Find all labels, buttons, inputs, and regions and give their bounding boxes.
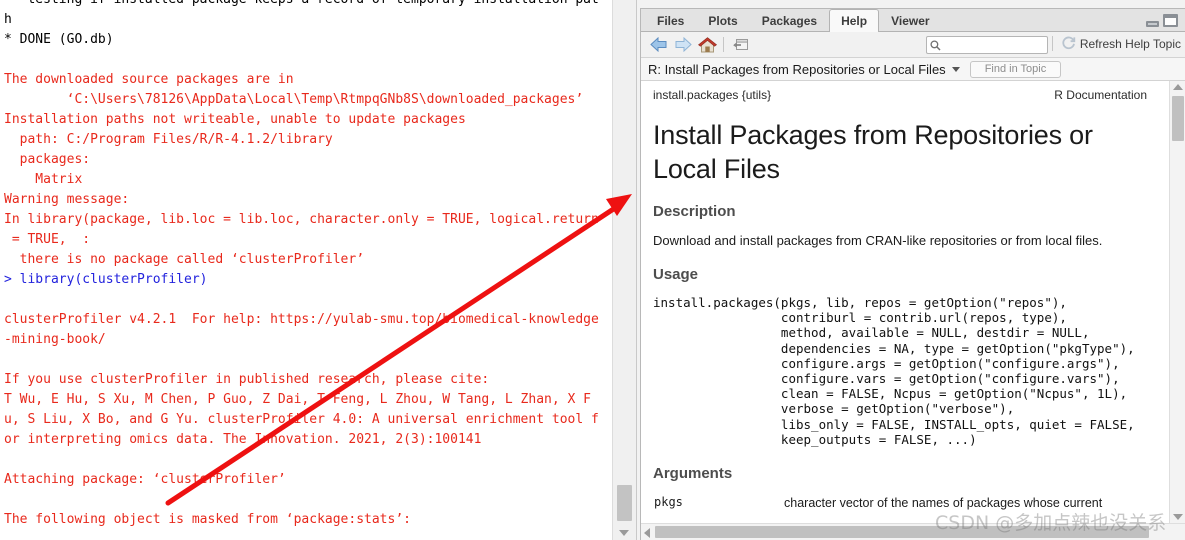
scroll-up-arrow-icon[interactable] [1173, 84, 1183, 90]
tab-label: Files [657, 13, 685, 28]
console-line: The downloaded source packages are in [4, 72, 294, 87]
minimize-icon[interactable] [1146, 21, 1159, 27]
console-line: = TRUE, : [4, 232, 91, 247]
document-vscrollbar-thumb[interactable] [1172, 96, 1184, 141]
panel-tabstrip: Files Plots Packages Help Viewer [641, 9, 1185, 32]
search-icon [930, 39, 941, 51]
help-panel: Files Plots Packages Help Viewer Refresh… [640, 8, 1185, 540]
tab-label: Viewer [891, 13, 930, 28]
tab-help[interactable]: Help [829, 9, 880, 32]
console-line: Attaching package: ‘clusterProfiler’ [4, 472, 286, 487]
document-horizontal-scrollbar[interactable] [641, 523, 1185, 540]
arguments-table: pkgs character vector of the names of pa… [653, 494, 1147, 512]
back-button[interactable] [647, 34, 671, 56]
console-line: there is no package called ‘clusterProfi… [4, 252, 365, 267]
scroll-left-arrow-icon[interactable] [644, 528, 650, 538]
rstudio-window: ** testing if installed package keeps a … [0, 0, 1185, 540]
home-icon [697, 36, 717, 52]
console-line: ‘C:\Users\78126\AppData\Local\Temp\Rtmpq… [4, 92, 584, 107]
search-input[interactable] [944, 38, 1042, 52]
back-arrow-icon [650, 37, 667, 52]
console-line: Matrix [4, 172, 83, 187]
document-header-right: R Documentation [1054, 88, 1147, 102]
argument-description: character vector of the names of package… [784, 496, 1103, 511]
console-pane[interactable]: ** testing if installed package keeps a … [0, 0, 637, 540]
show-in-new-window-icon [733, 39, 748, 50]
document-header: install.packages {utils} R Documentation [653, 88, 1147, 102]
find-in-topic-label: Find in Topic [984, 63, 1047, 75]
refresh-icon [1062, 36, 1076, 50]
tab-label: Packages [761, 13, 818, 28]
console-line: Installation paths not writeable, unable… [4, 112, 466, 127]
tab-label: Plots [708, 13, 738, 28]
scroll-down-arrow-icon[interactable] [619, 530, 629, 536]
console-line: path: C:/Program Files/R/R-4.1.2/library [4, 132, 333, 147]
tab-plots[interactable]: Plots [696, 9, 749, 31]
console-line: In library(package, lib.loc = lib.loc, c… [4, 212, 599, 227]
table-row: pkgs character vector of the names of pa… [653, 494, 1147, 512]
console-line: T Wu, E Hu, S Xu, M Chen, P Guo, Z Dai, … [4, 392, 591, 407]
search-box[interactable] [926, 36, 1048, 54]
tab-viewer[interactable]: Viewer [879, 9, 941, 31]
section-heading-usage: Usage [653, 266, 699, 284]
console-line: ** testing if installed package keeps a … [4, 0, 599, 7]
console-scrollbar-thumb[interactable] [617, 485, 632, 521]
section-heading-arguments: Arguments [653, 465, 733, 483]
document-vertical-scrollbar[interactable] [1169, 81, 1185, 523]
argument-name: pkgs [654, 495, 683, 510]
usage-code-block: install.packages(pkgs, lib, repos = getO… [653, 295, 1135, 447]
console-line: Warning message: [4, 192, 130, 207]
forward-arrow-icon [675, 37, 692, 52]
find-in-topic-button[interactable]: Find in Topic [969, 60, 1062, 78]
window-controls [1146, 14, 1178, 27]
document-hscrollbar-thumb[interactable] [655, 526, 1149, 538]
scroll-down-arrow-icon[interactable] [1173, 514, 1183, 520]
topic-row: R: Install Packages from Repositories or… [641, 58, 1185, 81]
page-title: Install Packages from Repositories or Lo… [653, 120, 1093, 184]
tab-files[interactable]: Files [645, 9, 696, 31]
chevron-down-icon[interactable] [951, 66, 960, 72]
tab-packages[interactable]: Packages [750, 9, 829, 31]
console-line: u, S Liu, X Bo, and G Yu. clusterProfile… [4, 412, 599, 427]
refresh-help-topic-label: Refresh Help Topic [1079, 36, 1181, 51]
console-line: -mining-book/ [4, 332, 106, 347]
console-line: * DONE (GO.db) [4, 32, 114, 47]
description-paragraph: Download and install packages from CRAN-… [653, 232, 1103, 248]
console-line: clusterProfiler v4.2.1 For help: https:/… [4, 312, 599, 327]
document-header-left: install.packages {utils} [653, 88, 772, 102]
home-button[interactable] [695, 34, 719, 56]
forward-button[interactable] [671, 34, 695, 56]
console-line: h [4, 12, 12, 27]
help-toolbar: Refresh Help Topic [641, 32, 1185, 58]
console-line: > library(clusterProfiler) [4, 272, 208, 287]
console-line: or interpreting omics data. The Innovati… [4, 432, 482, 447]
toolbar-separator [1051, 36, 1053, 51]
help-document-area: install.packages {utils} R Documentation… [641, 81, 1185, 540]
help-document: install.packages {utils} R Documentation… [641, 81, 1161, 523]
toolbar-separator [723, 37, 724, 52]
console-line: packages: [4, 152, 91, 167]
console-line: The following object is masked from ‘pac… [4, 512, 411, 527]
topic-title[interactable]: R: Install Packages from Repositories or… [648, 62, 946, 77]
maximize-icon[interactable] [1163, 14, 1178, 27]
console-output[interactable]: ** testing if installed package keeps a … [0, 0, 612, 540]
show-in-new-window-button[interactable] [728, 34, 752, 56]
console-line: If you use clusterProfiler in published … [4, 372, 490, 387]
console-scrollbar[interactable] [612, 0, 636, 540]
tab-label: Help [841, 13, 868, 28]
refresh-help-topic-button[interactable]: Refresh Help Topic [1048, 36, 1181, 51]
section-heading-description: Description [653, 202, 736, 220]
